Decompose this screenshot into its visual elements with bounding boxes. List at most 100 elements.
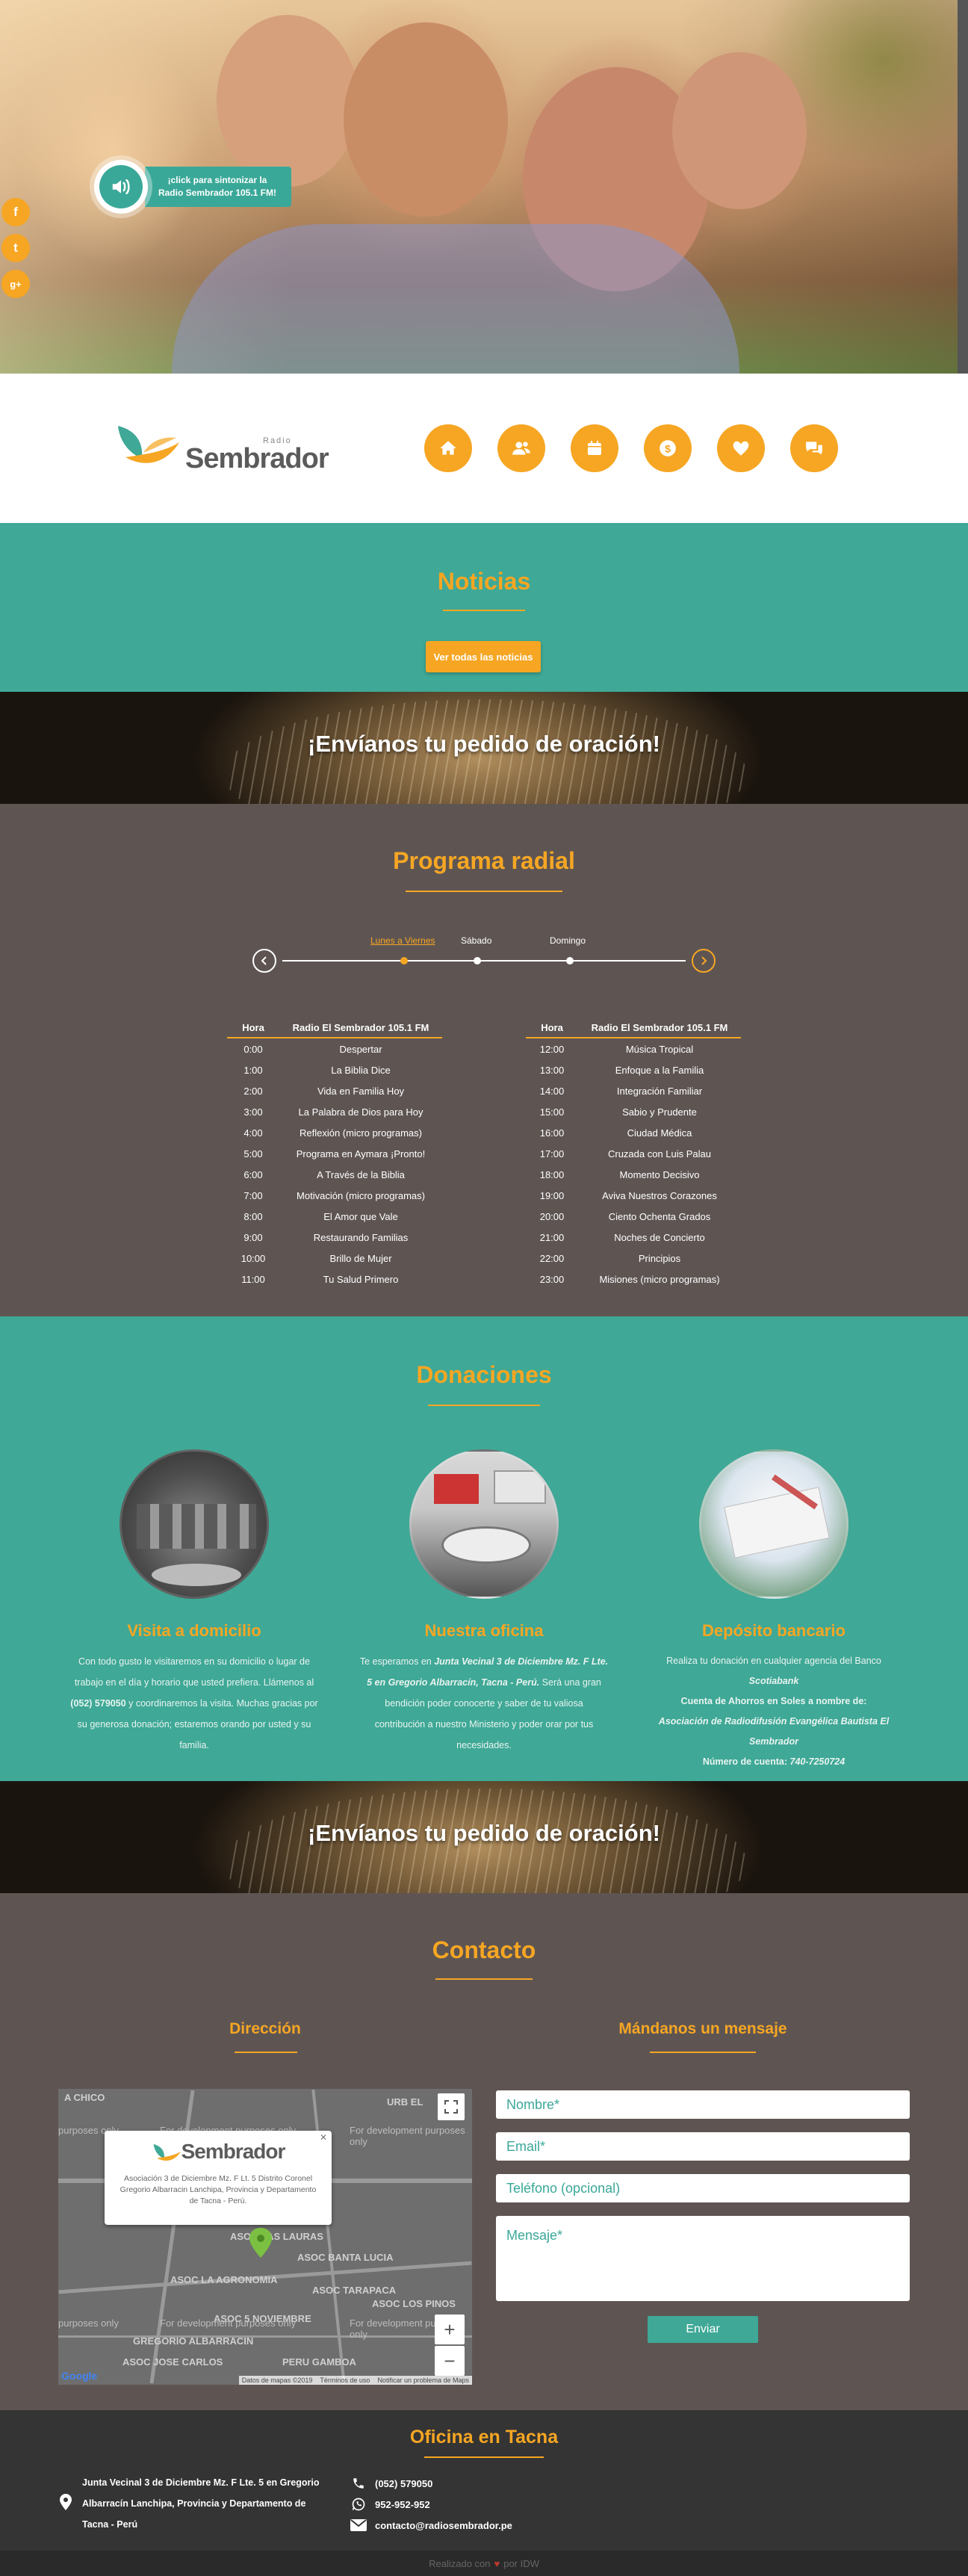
- map-street-label: ASOC JOSE CARLOS: [122, 2356, 223, 2368]
- fullscreen-icon: [444, 2100, 458, 2114]
- scrollbar[interactable]: [958, 0, 968, 374]
- home-visit-phone: (052) 579050: [70, 1698, 126, 1709]
- map-dev-watermark: purposes only: [58, 2318, 119, 2329]
- col-station: Radio El Sembrador 105.1 FM: [591, 1022, 728, 1033]
- schedule-program: Motivación (micro programas): [297, 1189, 425, 1201]
- donations-title: Donaciones: [416, 1361, 552, 1388]
- nav-about[interactable]: [497, 424, 545, 472]
- timeline-dot-weekdays[interactable]: [400, 957, 408, 965]
- col-hour: Hora: [541, 1022, 563, 1033]
- timeline-dot-saturday[interactable]: [474, 957, 481, 965]
- schedule-hour: 2:00: [243, 1085, 263, 1097]
- schedule-program: Cruzada con Luis Palau: [607, 1148, 712, 1159]
- footer-phone[interactable]: (052) 579050: [375, 2478, 432, 2489]
- contact-title: Contacto: [432, 1936, 536, 1963]
- bank-text-intro: Realiza tu donación en cualquier agencia…: [666, 1656, 881, 1666]
- col-station: Radio El Sembrador 105.1 FM: [292, 1022, 429, 1033]
- radio-program-underline: [406, 891, 562, 892]
- footer-whatsapp[interactable]: 952-952-952: [375, 2499, 430, 2510]
- news-title: Noticias: [437, 568, 531, 595]
- radio-player[interactable]: ¡click para sintonizar la Radio Sembrado…: [94, 160, 291, 214]
- bank-name: Scotiabank: [748, 1676, 799, 1686]
- hero-photo-family: [172, 224, 739, 374]
- schedule-header: Hora Radio El Sembrador 105.1 FM: [526, 1022, 741, 1038]
- schedule-program: Misiones (micro programas): [599, 1273, 720, 1285]
- footer-phone-row[interactable]: (052) 579050: [350, 2473, 512, 2494]
- news-title-underline: [443, 610, 525, 611]
- map-fullscreen-button[interactable]: [438, 2093, 465, 2120]
- credits-text-a: Realizado con: [429, 2557, 491, 2569]
- coin-icon: $: [660, 440, 676, 456]
- name-field[interactable]: Nombre*: [496, 2090, 910, 2119]
- google-map[interactable]: A CHICO URB EL ASOC LAS LAURAS ASOC BANT…: [58, 2089, 472, 2385]
- schedule-timeline: [252, 947, 716, 974]
- site-logo[interactable]: Radio Sembrador: [114, 420, 329, 473]
- message-field[interactable]: Mensaje*: [496, 2216, 910, 2301]
- schedule-row: 6:00 A Través de la Biblia: [227, 1164, 442, 1185]
- hero-photo-father: [344, 22, 508, 217]
- schedule-program: Aviva Nuestros Corazones: [602, 1189, 717, 1201]
- map-zoom-out-button[interactable]: −: [435, 2346, 465, 2376]
- heart-icon: ♥: [494, 2557, 500, 2569]
- schedule-program: La Palabra de Dios para Hoy: [298, 1106, 424, 1118]
- tab-sunday[interactable]: Domingo: [550, 935, 586, 946]
- facebook-icon[interactable]: f: [1, 198, 30, 226]
- home-icon: [440, 441, 456, 455]
- radio-tune-label[interactable]: ¡click para sintonizar la Radio Sembrado…: [145, 167, 291, 207]
- timeline-line: [282, 960, 686, 962]
- map-dev-watermark: For development purposes only: [160, 2318, 297, 2329]
- all-news-button[interactable]: Ver todas las noticias: [426, 641, 541, 672]
- schedule-row: 8:00 El Amor que Vale: [227, 1206, 442, 1227]
- nav-schedule[interactable]: [571, 424, 618, 472]
- footer-whatsapp-row[interactable]: 952-952-952: [350, 2494, 512, 2515]
- prayer-banner[interactable]: ¡Envíanos tu pedido de oración!: [0, 692, 968, 804]
- schedule-header: Hora Radio El Sembrador 105.1 FM: [227, 1022, 442, 1038]
- schedule-hour: 0:00: [243, 1043, 263, 1055]
- map-terms-link[interactable]: Términos de uso: [320, 2377, 370, 2384]
- tab-weekdays[interactable]: Lunes a Viernes: [370, 935, 435, 946]
- map-marker-icon[interactable]: [249, 2228, 272, 2258]
- schedule-program: Vida en Familia Hoy: [317, 1085, 405, 1097]
- heart-icon: [733, 441, 749, 456]
- popup-logo-text: Sembrador: [181, 2140, 286, 2163]
- nav-donations[interactable]: $: [644, 424, 692, 472]
- google-logo[interactable]: Google: [61, 2370, 97, 2382]
- schedule-program: Sabio y Prudente: [622, 1106, 697, 1118]
- prayer-banner-text[interactable]: ¡Envíanos tu pedido de oración!: [0, 1820, 968, 1847]
- nav-home[interactable]: [424, 424, 472, 472]
- timeline-dot-sunday[interactable]: [566, 957, 574, 965]
- timeline-prev-button[interactable]: [252, 949, 276, 973]
- address-title: Dirección: [229, 2020, 301, 2037]
- map-zoom-in-button[interactable]: +: [435, 2315, 465, 2344]
- close-icon[interactable]: ✕: [320, 2132, 327, 2143]
- map-info-window: ✕ Sembrador Asociación 3 de Diciembre Mz…: [105, 2131, 332, 2225]
- schedule-row: 15:00 Sabio y Prudente: [526, 1101, 741, 1122]
- credits-text-b[interactable]: por IDW: [503, 2558, 539, 2569]
- schedule-hour: 21:00: [539, 1231, 565, 1243]
- office-text: Te esperamos en Junta Vecinal 3 de Dicie…: [359, 1651, 609, 1756]
- timeline-next-button[interactable]: [692, 949, 716, 973]
- prayer-banner[interactable]: ¡Envíanos tu pedido de oración!: [0, 1781, 968, 1893]
- phone-field[interactable]: Teléfono (opcional): [496, 2174, 910, 2202]
- nav-contact[interactable]: [790, 424, 838, 472]
- google-plus-icon[interactable]: g+: [1, 270, 30, 298]
- tab-saturday[interactable]: Sábado: [461, 935, 491, 946]
- play-radio-button[interactable]: [94, 160, 148, 214]
- footer-email[interactable]: contacto@radiosembrador.pe: [375, 2520, 512, 2531]
- map-report-link[interactable]: Notificar un problema de Maps: [377, 2377, 469, 2384]
- donation-bank: Depósito bancario Realiza tu donación en…: [648, 1449, 899, 1772]
- message-title: Mándanos un mensaje: [618, 2020, 787, 2037]
- email-field[interactable]: Email*: [496, 2132, 910, 2161]
- speaker-icon: [112, 179, 130, 194]
- twitter-icon[interactable]: t: [1, 234, 30, 262]
- schedule-hour: 17:00: [539, 1148, 565, 1159]
- send-button[interactable]: Enviar: [648, 2316, 758, 2343]
- schedule-hour: 8:00: [243, 1210, 263, 1222]
- prayer-banner-text[interactable]: ¡Envíanos tu pedido de oración!: [0, 731, 968, 758]
- bank-photo: [699, 1449, 848, 1599]
- footer-email-row[interactable]: contacto@radiosembrador.pe: [350, 2515, 512, 2536]
- home-visit-photo: [120, 1449, 269, 1599]
- nav-prayer[interactable]: [717, 424, 765, 472]
- schedule-row: 13:00 Enfoque a la Familia: [526, 1059, 741, 1080]
- chat-icon: [806, 442, 822, 455]
